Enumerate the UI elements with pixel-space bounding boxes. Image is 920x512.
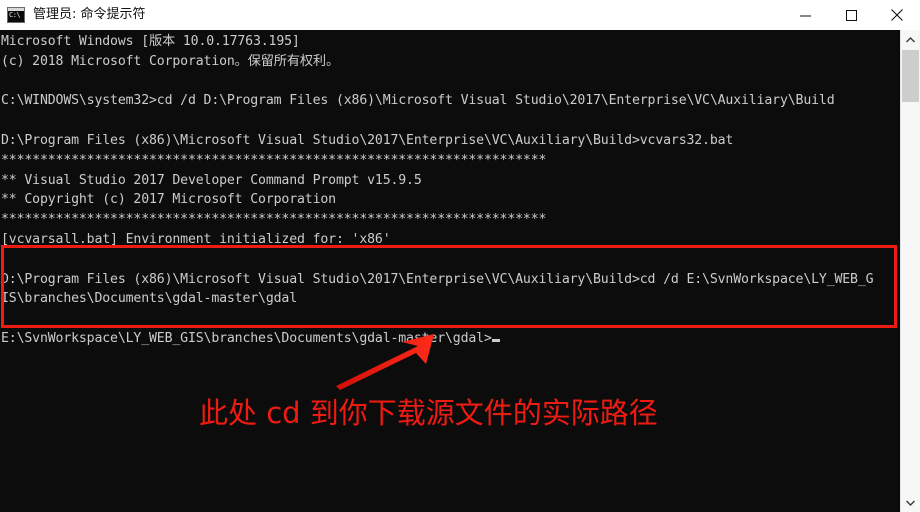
maximize-button[interactable]: [828, 0, 874, 30]
close-button[interactable]: [874, 0, 920, 30]
console-line: ** Visual Studio 2017 Developer Command …: [1, 172, 422, 188]
chevron-down-icon: [906, 500, 915, 506]
console-line: D:\Program Files (x86)\Microsoft Visual …: [1, 271, 874, 287]
annotation-caption: 此处 cd 到你下载源文件的实际路径: [199, 396, 658, 430]
console-line: (c) 2018 Microsoft Corporation。保留所有权利。: [1, 53, 339, 69]
console-line: ****************************************…: [1, 212, 547, 228]
console-line: C:\WINDOWS\system32>cd /d D:\Program Fil…: [1, 93, 835, 109]
scrollbar-thumb[interactable]: [902, 50, 919, 102]
cmd-icon: C:\: [7, 7, 25, 23]
console-line: Microsoft Windows [版本 10.0.17763.195]: [1, 34, 300, 49]
cmd-window: C:\ 管理员: 命令提示符 Microsoft Windows [版本 10.…: [0, 0, 920, 512]
window-controls: [782, 0, 920, 30]
scroll-up-button[interactable]: [901, 30, 920, 49]
minimize-icon: [799, 15, 811, 16]
console-line: ****************************************…: [1, 152, 547, 168]
console-line: IS\branches\Documents\gdal-master\gdal: [1, 291, 298, 307]
console-line: [vcvarsall.bat] Environment initialized …: [1, 231, 391, 247]
maximize-icon: [845, 9, 857, 21]
console-output-area[interactable]: Microsoft Windows [版本 10.0.17763.195] (c)…: [0, 30, 900, 512]
console-line: ** Copyright (c) 2017 Microsoft Corporat…: [1, 192, 336, 208]
cmd-icon-prompt-glyph: C:\: [9, 11, 21, 19]
console-cursor: [491, 338, 500, 342]
close-icon: [891, 9, 903, 21]
scrollbar-track[interactable]: [901, 49, 920, 493]
arrow-annotation: [336, 334, 434, 390]
window-title: 管理员: 命令提示符: [33, 7, 146, 22]
console-line: D:\Program Files (x86)\Microsoft Visual …: [1, 132, 734, 148]
vertical-scrollbar[interactable]: [900, 30, 920, 512]
scroll-down-button[interactable]: [901, 493, 920, 512]
title-bar: C:\ 管理员: 命令提示符: [0, 0, 920, 31]
minimize-button[interactable]: [782, 0, 828, 30]
chevron-up-icon: [906, 36, 915, 42]
console-text: Microsoft Windows [版本 10.0.17763.195] (c)…: [0, 32, 900, 349]
console-line: E:\SvnWorkspace\LY_WEB_GIS\branches\Docu…: [0, 329, 900, 349]
